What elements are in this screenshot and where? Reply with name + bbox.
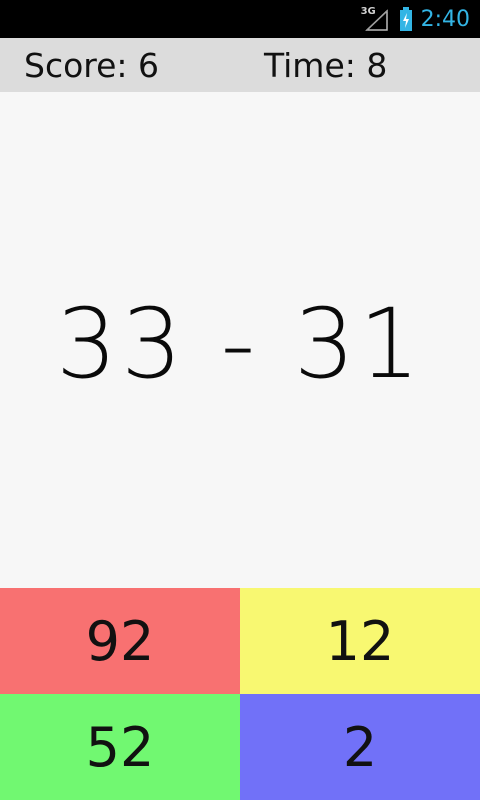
game-header: Score: 6 Time: 8: [0, 38, 480, 92]
answer-button-top-right[interactable]: 12: [240, 588, 480, 694]
math-question: 33 - 31: [56, 288, 424, 400]
answer-button-bottom-right[interactable]: 2: [240, 694, 480, 800]
status-bar: 3G 2:40: [0, 0, 480, 38]
answer-button-bottom-left[interactable]: 52: [0, 694, 240, 800]
answer-grid: 92 12 52 2: [0, 588, 480, 800]
signal-icon: [364, 9, 388, 31]
timer-label: Time: 8: [264, 46, 388, 85]
score-label: Score: 6: [24, 46, 160, 85]
answer-button-top-left[interactable]: 92: [0, 588, 240, 694]
status-clock: 2:40: [420, 6, 470, 32]
network-indicator: 3G: [361, 5, 391, 33]
status-icons: 3G 2:40: [361, 0, 470, 38]
question-area: 33 - 31: [0, 92, 480, 588]
battery-charging-icon: [399, 7, 413, 31]
